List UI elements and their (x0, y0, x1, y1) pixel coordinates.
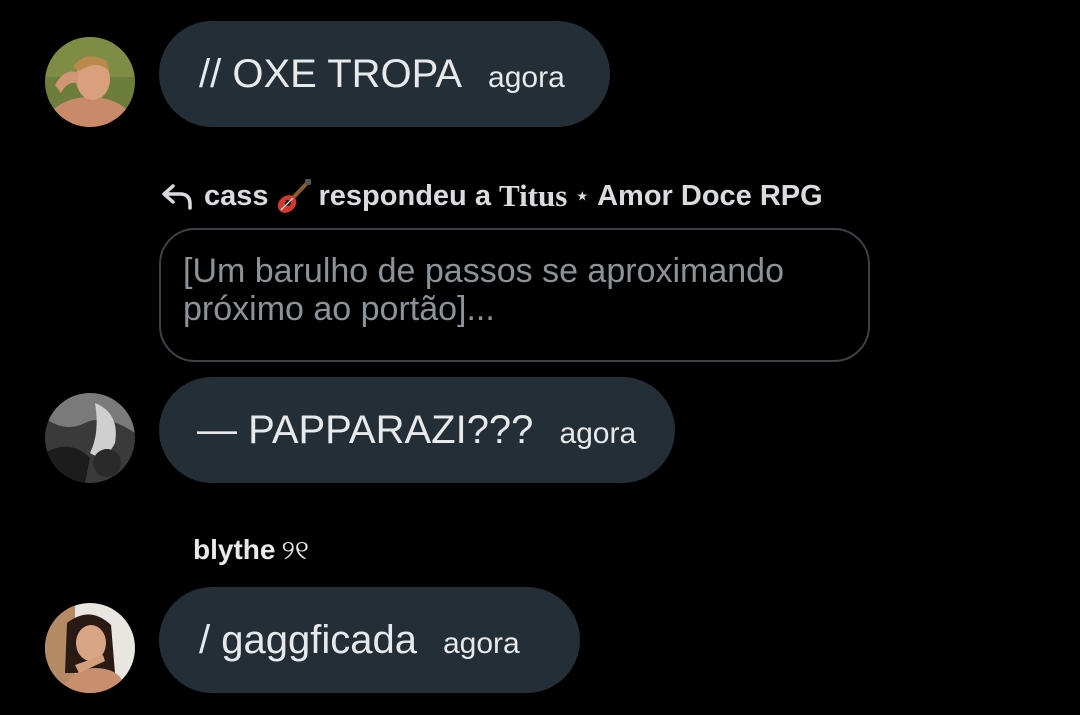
sender-decoration: ୨୧ (281, 535, 309, 565)
reply-header[interactable]: cass respondeu a Titus ⋆ Amor Doce RPG (160, 176, 823, 216)
message-text: // OXE TROPA (199, 52, 463, 96)
reply-username[interactable]: cass (204, 180, 269, 213)
message-timestamp: agora (559, 417, 637, 450)
reply-separator: ⋆ (575, 183, 590, 208)
avatar-user-3-image (45, 603, 135, 693)
reply-community[interactable]: Amor Doce RPG (597, 180, 823, 213)
reply-target[interactable]: Titus (499, 178, 567, 214)
avatar-user-3[interactable] (45, 603, 135, 693)
message-text: / gaggficada (199, 618, 417, 662)
reply-arrow-icon (162, 184, 192, 210)
avatar-user-1-image (45, 37, 135, 127)
sender-name-line: blythe ୨୧ (193, 534, 309, 567)
message-bubble-2[interactable]: — PAPPARAZI??? agora (159, 377, 675, 483)
message-timestamp: agora (488, 61, 565, 94)
avatar-user-2-image (45, 393, 135, 483)
guitar-emoji-icon (277, 179, 311, 213)
reply-quote-text: [Um barulho de passos se aproximando pró… (183, 252, 784, 328)
message-text: — PAPPARAZI??? (197, 408, 534, 452)
reply-quote[interactable]: [Um barulho de passos se aproximando pró… (159, 228, 870, 362)
sender-name[interactable]: blythe (193, 534, 275, 565)
message-bubble-1[interactable]: // OXE TROPA agora (159, 21, 610, 127)
reply-action: respondeu a (318, 179, 491, 212)
avatar-user-1[interactable] (45, 37, 135, 127)
avatar-user-2[interactable] (45, 393, 135, 483)
message-timestamp: agora (442, 627, 520, 660)
message-bubble-3[interactable]: / gaggficada agora (159, 587, 580, 693)
